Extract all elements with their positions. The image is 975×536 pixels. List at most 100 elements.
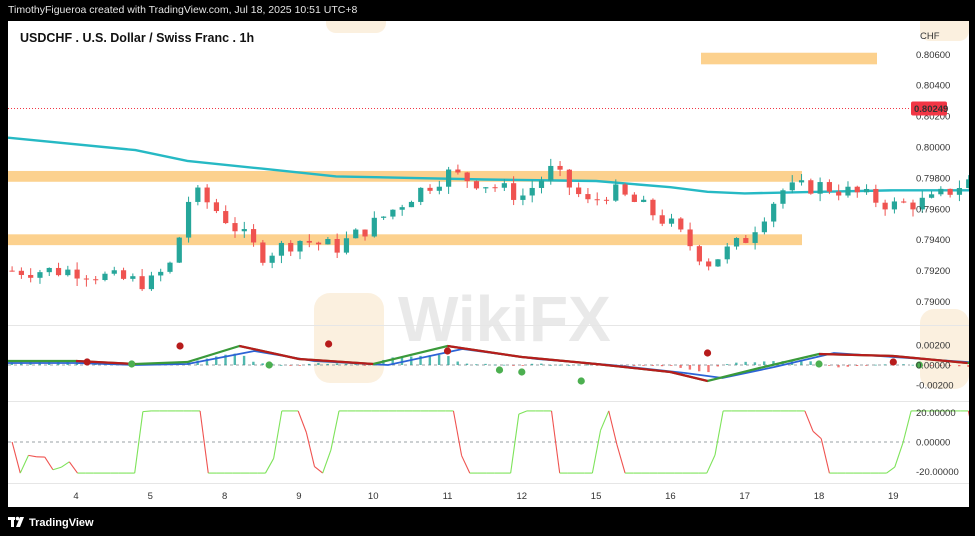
candle-body: [74, 269, 80, 279]
price-zone: [8, 170, 802, 182]
credit-text: TimothyFigueroa created with TradingView…: [8, 4, 358, 16]
histogram-bar: [298, 365, 302, 366]
histogram-bar: [865, 365, 868, 366]
time-axis-tick: 12: [517, 491, 528, 502]
oscillator-down-segment: [521, 355, 597, 366]
chart-panel[interactable]: WikiFX 0.80600 0.80400 0.80200 0.80000 0…: [7, 1, 975, 507]
histogram-bar: [670, 365, 673, 366]
candle-body: [733, 238, 740, 247]
candle-body: [223, 211, 229, 224]
histogram-bar: [651, 365, 654, 366]
momentum-segment: [60, 461, 70, 468]
histogram-bar: [567, 364, 571, 366]
tradingview-logo[interactable]: TradingView: [8, 516, 94, 530]
time-axis-tick: 15: [591, 491, 602, 502]
momentum-segment: [11, 441, 21, 474]
histogram-bar: [855, 365, 859, 366]
corner-watermark-top: [326, 1, 386, 33]
histogram-bar: [280, 364, 283, 366]
histogram-bar: [586, 364, 589, 366]
candle-body: [390, 209, 396, 217]
histogram-bar: [345, 363, 348, 365]
histogram-bar: [549, 364, 552, 366]
candle-body: [269, 255, 275, 263]
candle-body: [715, 259, 721, 267]
histogram-bar: [707, 365, 710, 373]
candle-body: [529, 187, 535, 196]
candle-body: [408, 201, 415, 208]
candle-body: [863, 188, 870, 193]
candle-body: [176, 237, 182, 263]
cross-marker: [577, 377, 585, 385]
histogram-bar: [326, 363, 329, 365]
candle-body: [966, 179, 972, 189]
price-axis-tick: 0.79200: [916, 266, 950, 277]
candle-body: [120, 270, 127, 279]
histogram-bar: [874, 364, 877, 366]
histogram-bar: [354, 364, 357, 365]
time-axis-tick: 4: [73, 491, 78, 502]
candle-body: [706, 261, 712, 267]
support-resistance-zones: [8, 52, 877, 246]
candle-body: [854, 186, 860, 193]
candle-body: [399, 207, 405, 210]
histogram-bar: [958, 365, 961, 367]
momentum-segment: [591, 430, 602, 474]
candle-body: [325, 239, 331, 245]
candle-body: [483, 187, 489, 189]
candle-body: [780, 190, 786, 204]
histogram-bar: [447, 356, 450, 365]
histogram-bar: [465, 363, 469, 365]
oscillator-axis-tick: -0.00200: [916, 381, 954, 392]
histogram-bar: [317, 362, 320, 365]
histogram-bar: [335, 363, 339, 365]
histogram-bar: [660, 365, 664, 367]
time-axis-tick: 16: [665, 491, 676, 502]
candle-body: [538, 180, 545, 188]
chart-canvas[interactable]: WikiFX 0.806000.804000.802000.800000.798…: [7, 1, 975, 507]
histogram-bar: [753, 362, 757, 365]
cross-marker: [815, 360, 823, 368]
price-axis-tick: 0.80000: [916, 143, 950, 154]
cross-marker: [518, 368, 526, 376]
candle-body: [696, 246, 702, 262]
candle-body: [260, 242, 266, 263]
candle-body: [659, 215, 665, 224]
candle-body: [288, 242, 294, 252]
momentum-segment: [894, 442, 904, 468]
momentum-segment: [886, 466, 896, 474]
momentum-axis-tick: 20.00000: [916, 408, 956, 419]
candle-body: [464, 172, 470, 182]
candle-body: [771, 203, 777, 222]
cross-marker: [265, 361, 273, 369]
histogram-bar: [967, 365, 970, 367]
candle-body: [548, 165, 554, 181]
candle-body: [297, 240, 303, 252]
candle-body: [891, 201, 898, 210]
candle-body: [18, 270, 24, 275]
histogram-bar: [242, 355, 246, 365]
time-axis-tick: 9: [296, 491, 301, 502]
moving-average-line: [7, 136, 975, 195]
histogram-bar: [697, 365, 701, 372]
oscillator-axis-tick: 0.00000: [916, 361, 950, 372]
candle-body: [761, 221, 767, 233]
candle-body: [613, 184, 619, 201]
momentum-segment: [706, 454, 716, 474]
candle-body: [418, 187, 424, 202]
time-axis[interactable]: 4 5 8 9 10 11 12 15 16 17 18 19: [73, 491, 898, 502]
candle-body: [232, 223, 238, 232]
candle-body: [641, 199, 647, 202]
histogram-bar: [540, 363, 543, 365]
chart-title: USDCHF . U.S. Dollar / Swiss Franc . 1h: [20, 31, 254, 45]
currency-label: CHF: [920, 31, 940, 42]
cross-marker: [325, 340, 333, 348]
histogram-bar: [577, 364, 580, 366]
candle-body: [130, 276, 136, 279]
histogram-bar: [735, 362, 738, 365]
momentum-segment: [714, 410, 724, 456]
price-axis-tick: 0.80400: [916, 81, 950, 92]
momentum-segment: [52, 466, 62, 471]
cross-marker: [176, 342, 184, 350]
candle-body: [873, 188, 879, 203]
